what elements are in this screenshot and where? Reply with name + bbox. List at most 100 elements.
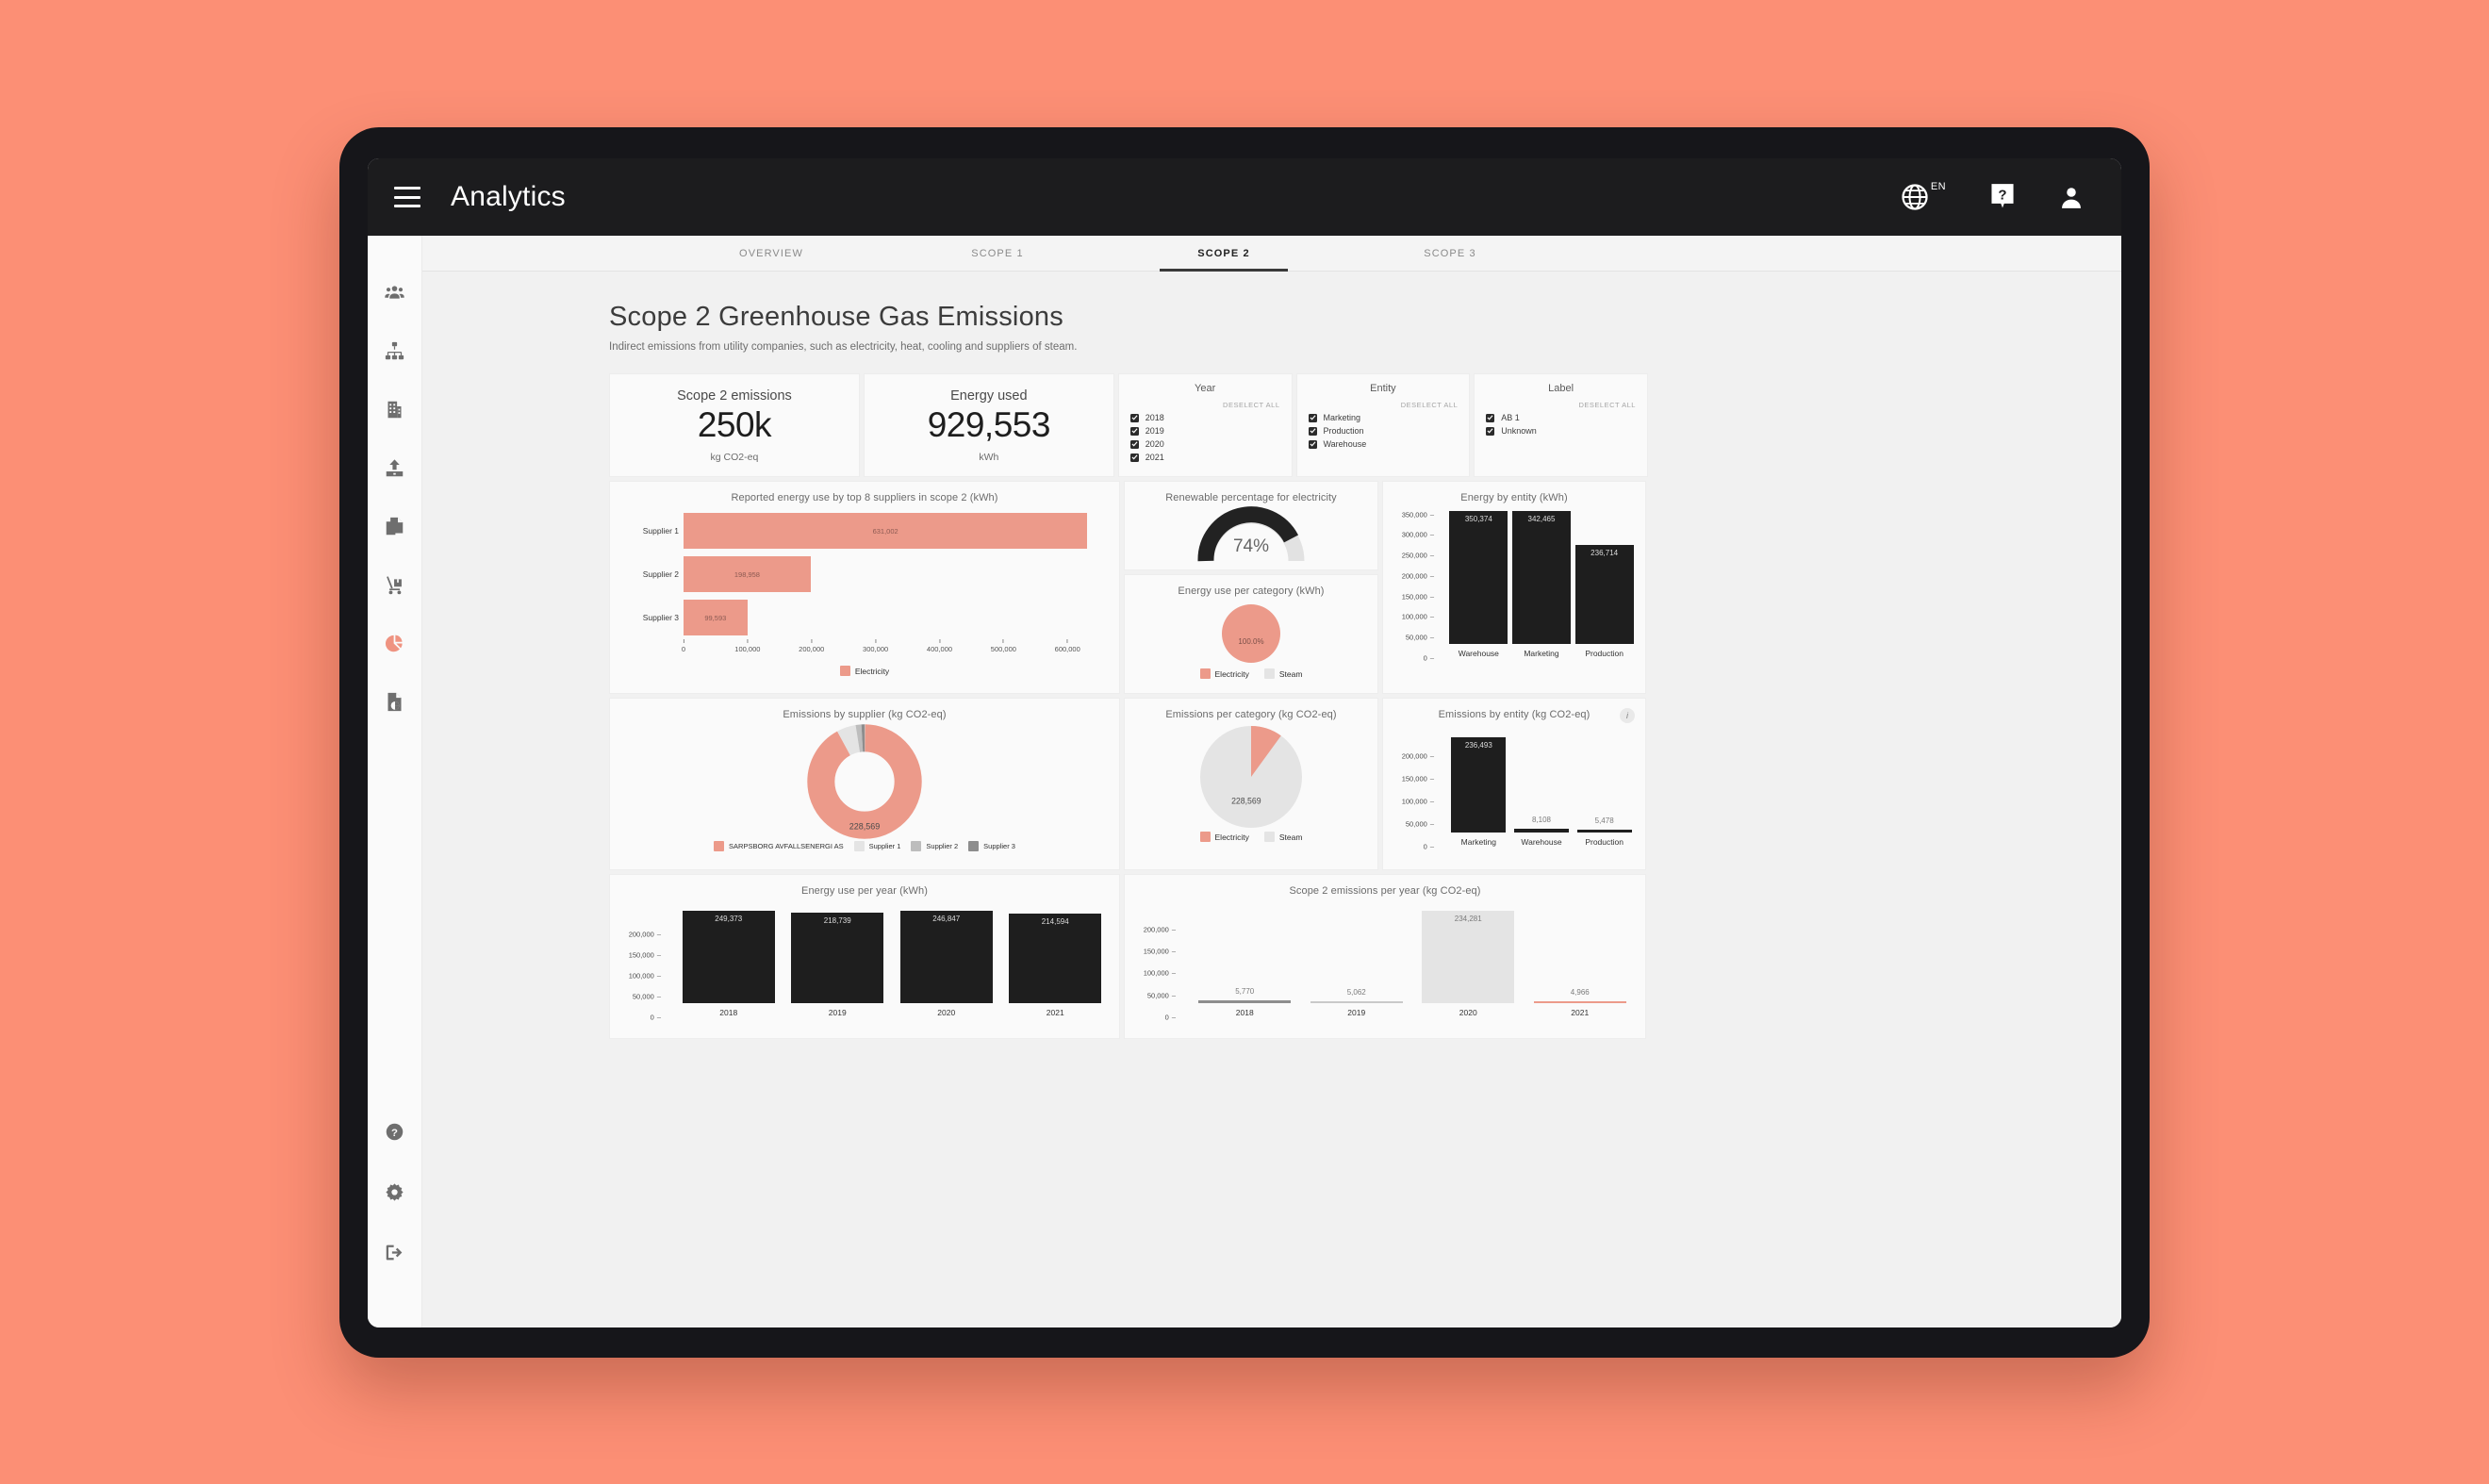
legend-item[interactable]: Supplier 2 [911,841,958,851]
legend-item[interactable]: Electricity [1199,832,1249,842]
upload-icon [386,458,404,476]
sidebar-item-reports[interactable] [376,683,414,720]
help-button[interactable]: ? [1989,183,2016,211]
checkbox-checked-icon[interactable] [1308,426,1317,436]
bar-row[interactable]: Supplier 3 99,593 [623,596,1106,639]
filter-option[interactable]: 2021 [1129,453,1280,462]
sidebar-item-logistics[interactable] [376,566,414,603]
filter-option[interactable]: Unknown [1486,426,1636,436]
legend-item[interactable]: SARPSBORG AVFALLSENERGI AS [714,841,844,851]
filter-option[interactable]: 2018 [1129,413,1280,422]
bar-group[interactable]: 246,847 2020 [899,911,993,1017]
sidebar-item-settings[interactable] [376,1173,414,1211]
bar[interactable]: 246,847 [899,911,993,1003]
bar[interactable]: 236,493 [1451,737,1507,833]
copy-documents-icon [386,517,404,535]
filter-option[interactable]: 2019 [1129,426,1280,436]
bar[interactable]: 236,714 [1574,544,1634,644]
legend-label: Electricity [854,666,890,676]
gear-icon [386,1182,404,1201]
filter-option-label: Production [1323,426,1364,436]
bar-row[interactable]: Supplier 1 631,002 [623,509,1106,552]
sidebar-item-help[interactable]: ? [376,1113,414,1150]
bar[interactable]: 342,465 [1511,511,1571,644]
checkbox-checked-icon[interactable] [1486,413,1495,422]
filter-option[interactable]: Marketing [1308,413,1459,422]
bar[interactable]: 218,739 [791,912,884,1003]
legend-item[interactable]: Electricity [1199,668,1249,679]
sidebar-item-logout[interactable] [376,1233,414,1271]
tab-scope-1[interactable]: SCOPE 1 [913,236,1082,271]
bar-group[interactable]: 8,108 Warehouse [1513,737,1569,847]
bar[interactable]: 350,374 [1449,511,1508,644]
bar[interactable]: 214,594 [1009,914,1102,1003]
checkbox-checked-icon[interactable] [1129,453,1139,462]
deselect-all-button[interactable]: DESELECT ALL [1130,401,1280,409]
bar-group[interactable]: 5,770 2018 [1198,911,1292,1017]
sidebar-item-people[interactable] [376,273,414,311]
checkbox-checked-icon[interactable] [1129,413,1139,422]
bar[interactable]: 5,478 [1576,816,1632,833]
filter-option[interactable]: Production [1308,426,1459,436]
bar-group[interactable]: 236,493 Marketing [1451,737,1507,847]
deselect-all-button[interactable]: DESELECT ALL [1486,401,1636,409]
pie-chart[interactable]: 228,569 [1125,726,1377,828]
bar-fill[interactable]: 99,593 [684,600,748,635]
bar-group[interactable]: 342,465 Marketing [1511,511,1571,658]
legend-item[interactable]: Steam [1263,668,1302,679]
bar-group[interactable]: 249,373 2018 [682,911,775,1017]
bar[interactable]: 249,373 [682,911,775,1003]
bar-fill[interactable]: 631,002 [684,513,1088,549]
pie-chart[interactable]: 100.0% [1125,604,1377,663]
tab-scope-3[interactable]: SCOPE 3 [1365,236,1535,271]
bar-group[interactable]: 5,478 Production [1576,737,1632,847]
legend-item[interactable]: Supplier 1 [853,841,900,851]
checkbox-checked-icon[interactable] [1308,413,1317,422]
deselect-all-button[interactable]: DESELECT ALL [1309,401,1459,409]
bar-group[interactable]: 4,966 2021 [1533,911,1626,1017]
bar[interactable]: 234,281 [1422,911,1515,1003]
bar-group[interactable]: 214,594 2021 [1009,911,1102,1017]
bar-category-label: 2021 [1046,1008,1064,1017]
bar-group[interactable]: 236,714 Production [1574,511,1634,658]
bar-value-label: 236,493 [1464,741,1492,750]
vertical-bar-chart: 0 50,000 100,000 150,000 200,000 250,000… [1383,503,1645,683]
chart-legend: Electricity [623,666,1106,676]
tab-overview[interactable]: OVERVIEW [686,236,856,271]
legend-item[interactable]: Steam [1263,832,1302,842]
legend-item[interactable]: Electricity [839,666,890,676]
x-tick-label: 400,000 [926,645,953,653]
checkbox-checked-icon[interactable] [1129,426,1139,436]
bar[interactable]: 5,062 [1310,988,1403,1003]
filter-option[interactable]: AB 1 [1486,413,1636,422]
sidebar-item-upload[interactable] [376,449,414,486]
filter-option[interactable]: 2020 [1129,439,1280,449]
filter-option[interactable]: Warehouse [1308,439,1459,449]
sidebar-item-company[interactable] [376,390,414,428]
bar[interactable]: 4,966 [1533,988,1626,1003]
legend-item[interactable]: Supplier 3 [968,841,1015,851]
tab-scope-2[interactable]: SCOPE 2 [1139,236,1309,272]
checkbox-checked-icon[interactable] [1486,426,1495,436]
x-tick-label: 100,000 [734,645,761,653]
checkbox-checked-icon[interactable] [1129,439,1139,449]
language-switcher[interactable]: EN [1901,181,1946,211]
hamburger-menu-icon[interactable] [394,187,420,207]
bar-group[interactable]: 234,281 2020 [1422,911,1515,1017]
bar-group[interactable]: 350,374 Warehouse [1449,511,1508,658]
sidebar-item-analytics[interactable] [376,624,414,662]
sidebar-item-organization[interactable] [376,332,414,370]
bar[interactable]: 5,770 [1198,987,1292,1003]
donut-chart[interactable]: 228,569 [610,724,1119,839]
app-header: Analytics EN ? [368,158,2121,236]
bar-row[interactable]: Supplier 2 198,958 [623,552,1106,596]
bar[interactable]: 8,108 [1513,816,1569,833]
bar-group[interactable]: 5,062 2019 [1310,911,1403,1017]
account-button[interactable] [2059,184,2084,210]
checkbox-checked-icon[interactable] [1308,439,1317,449]
bar-group[interactable]: 218,739 2019 [791,911,884,1017]
chart-title: Emissions per category (kg CO2-eq) [1165,709,1337,720]
chart-title: Emissions by entity (kg CO2-eq) [1438,709,1591,720]
sidebar-item-documents[interactable] [376,507,414,545]
bar-fill[interactable]: 198,958 [684,556,811,592]
